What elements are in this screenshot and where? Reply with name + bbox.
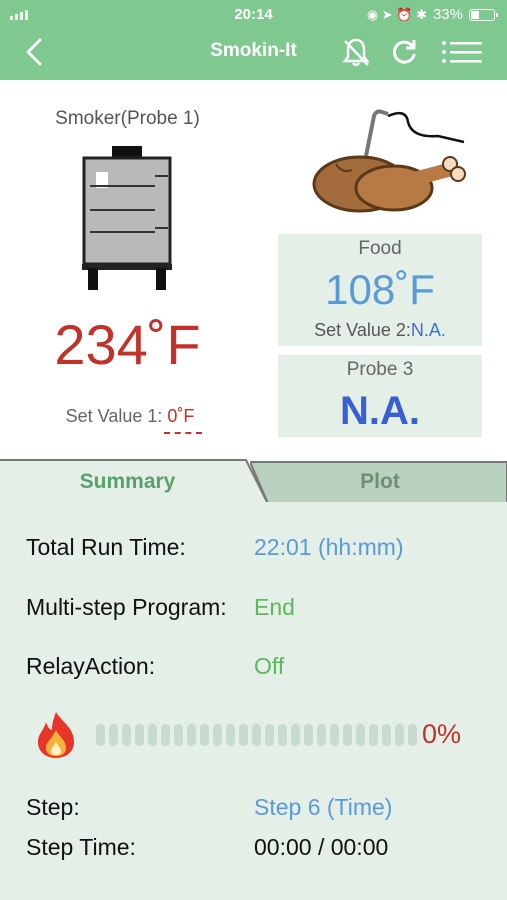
flame-icon: [38, 712, 74, 758]
set-value-2-label: Set Value 2:: [314, 320, 411, 340]
relay-label: RelayAction:: [26, 653, 156, 679]
tab-summary-label: Summary: [79, 470, 176, 493]
program-value: End: [254, 594, 295, 620]
tab-plot-label: Plot: [360, 470, 400, 493]
smoker-temperature: 234˚F: [54, 313, 201, 376]
refresh-icon[interactable]: [388, 36, 420, 68]
relay-value: Off: [254, 653, 285, 679]
battery-icon: [469, 8, 498, 21]
turkey-probe-icon: [312, 109, 466, 213]
menu-list-icon[interactable]: [440, 36, 484, 68]
probe3-label: Probe 3: [346, 359, 414, 380]
program-label: Multi-step Program:: [26, 594, 227, 620]
total-run-time-value: 22:01 (hh:mm): [254, 534, 404, 560]
app-header: 20:14 ◉ ➤ ⏰ ✱ 33% Smokin-It: [0, 0, 507, 80]
status-bar: 20:14 ◉ ➤ ⏰ ✱ 33%: [0, 0, 507, 30]
food-temperature: 108˚F: [325, 266, 435, 313]
bell-muted-icon[interactable]: [340, 36, 372, 68]
step-time-value: 00:00 / 00:00: [254, 834, 389, 860]
battery-percent: 33%: [432, 6, 463, 23]
set-value-1-label: Set Value 1:: [65, 406, 168, 426]
total-run-time-label: Total Run Time:: [26, 534, 186, 560]
food-label: Food: [358, 238, 402, 259]
step-value: Step 6 (Time): [254, 794, 393, 820]
food-probe-panel[interactable]: Food 108˚F Set Value 2:N.A.: [278, 234, 482, 346]
power-progress-bar: [96, 724, 417, 746]
set-value-2: Set Value 2:N.A.: [278, 320, 482, 341]
smoker-icon: [82, 146, 172, 290]
set-value-2-value: N.A.: [410, 320, 446, 340]
set-value-1-underline: [164, 432, 202, 434]
power-percent: 0%: [422, 719, 462, 749]
status-icons: ◉ ➤ ⏰ ✱: [366, 6, 427, 22]
smoker-probe-label: Smoker(Probe 1): [55, 108, 200, 129]
set-value-1-value: 0˚F: [167, 406, 195, 426]
probe3-panel[interactable]: Probe 3 N.A.: [278, 355, 482, 437]
page-title: Smokin-It: [210, 40, 297, 61]
step-time-label: Step Time:: [26, 834, 136, 860]
step-label: Step:: [26, 794, 80, 820]
probe3-value: N.A.: [340, 389, 420, 433]
set-value-1[interactable]: Set Value 1: 0˚F: [30, 406, 230, 427]
